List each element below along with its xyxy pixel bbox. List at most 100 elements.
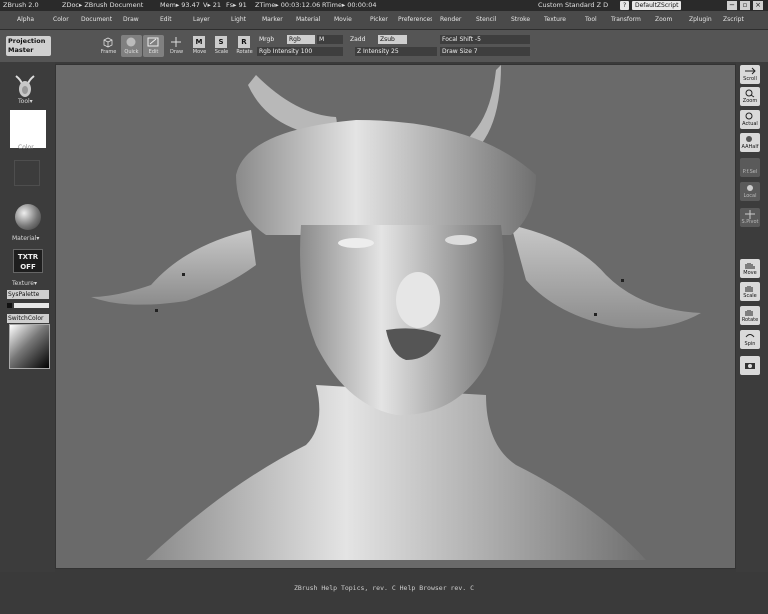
switchcolor-button[interactable]: SwitchColor: [7, 314, 49, 323]
projection-master-button[interactable]: Projection Master: [6, 36, 51, 56]
menu-tool[interactable]: Tool: [585, 11, 597, 29]
scroll-button[interactable]: Scroll: [740, 65, 760, 84]
local-icon: [747, 185, 753, 191]
demon-bust-model[interactable]: [56, 65, 736, 569]
close-icon[interactable]: ×: [753, 1, 763, 10]
hand-icon: [745, 263, 755, 269]
snapshot-button[interactable]: [740, 356, 760, 375]
menu-zoom[interactable]: Zoom: [655, 11, 672, 29]
rotate-label: Rotate: [236, 49, 253, 55]
quick-button[interactable]: Quick: [121, 35, 142, 57]
maximize-icon[interactable]: ▫: [740, 1, 750, 10]
demon-head-icon: [15, 75, 35, 97]
menu-render[interactable]: Render: [440, 11, 461, 29]
rotate-button[interactable]: R Rotate: [234, 35, 255, 57]
menu-material[interactable]: Material: [296, 11, 320, 29]
status-bar: ZBrush Help Topics, rev. C Help Browser …: [0, 572, 768, 614]
menu-layer[interactable]: Layer: [193, 11, 210, 29]
menu-zplugin[interactable]: Zplugin: [689, 11, 712, 29]
actual-button[interactable]: Actual: [740, 110, 760, 129]
zoom-label: Zoom: [742, 98, 758, 104]
tool-menu-label[interactable]: Tool▾: [18, 98, 33, 105]
layout-selector[interactable]: Custom Standard Z D: [538, 0, 608, 11]
aahalf-label: AAHalf: [741, 144, 759, 150]
texture-off-button[interactable]: TXTR OFF: [13, 249, 43, 273]
edit-button[interactable]: Edit: [143, 35, 164, 57]
zadd-button[interactable]: Zadd: [348, 35, 376, 44]
scale-view-button[interactable]: Scale: [740, 282, 760, 301]
sphere-icon: [126, 37, 136, 47]
syspalette-button[interactable]: SysPalette: [7, 290, 49, 299]
menu-picker[interactable]: Picker: [370, 11, 388, 29]
material-menu-label[interactable]: Material▾: [12, 235, 39, 242]
z-intensity-slider[interactable]: Z Intensity 25: [355, 47, 437, 56]
menu-texture[interactable]: Texture: [544, 11, 566, 29]
menu-transform[interactable]: Transform: [611, 11, 641, 29]
secondary-color-chip[interactable]: [14, 303, 49, 308]
scale-label: Scale: [214, 49, 229, 55]
rotate-view-label: Rotate: [741, 317, 759, 323]
document-canvas[interactable]: [55, 64, 736, 569]
menu-color[interactable]: Color: [53, 11, 69, 29]
main-color-chip[interactable]: [7, 303, 12, 308]
texture-menu-label[interactable]: Texture▾: [12, 280, 37, 287]
frame-button[interactable]: Frame: [98, 35, 119, 57]
default-zscript-button[interactable]: DefaultZScript: [632, 1, 682, 10]
draw-size-slider[interactable]: Draw Size 7: [440, 47, 530, 56]
mrgb-button[interactable]: Mrgb: [257, 35, 285, 44]
fs-readout: Fs▸ 91: [226, 1, 247, 9]
color-picker[interactable]: [9, 324, 50, 369]
menu-light[interactable]: Light: [231, 11, 246, 29]
move-key-icon: M: [193, 36, 205, 48]
projection-master-label-2: Master: [8, 46, 34, 54]
scale-button[interactable]: S Scale: [211, 35, 232, 57]
camera-icon: [745, 363, 755, 369]
pfsel-button[interactable]: P.f.Sel: [740, 158, 760, 177]
rotate-view-button[interactable]: Rotate: [740, 306, 760, 325]
aahalf-button[interactable]: AAHalf: [740, 133, 760, 152]
right-tray: Scroll Zoom Actual AAHalf P.f.Sel Local …: [736, 62, 768, 572]
zoom-button[interactable]: Zoom: [740, 87, 760, 106]
rgb-intensity-slider[interactable]: Rgb Intensity 100: [257, 47, 343, 56]
scale-hand-icon: [745, 286, 753, 292]
menu-stroke[interactable]: Stroke: [511, 11, 530, 29]
crosshair-icon: [171, 37, 181, 47]
menu-draw[interactable]: Draw: [123, 11, 139, 29]
move-view-button[interactable]: Move: [740, 259, 760, 278]
spin-button[interactable]: Spin: [740, 330, 760, 349]
menu-marker[interactable]: Marker: [262, 11, 283, 29]
move-button[interactable]: M Move: [189, 35, 210, 57]
menu-zscript[interactable]: Zscript: [723, 11, 744, 29]
txtr-label: TXTR: [17, 253, 39, 261]
memory-readout: Mem▸ 93.47: [160, 1, 200, 9]
menu-movie[interactable]: Movie: [334, 11, 352, 29]
spin-icon: [745, 334, 755, 338]
menu-document[interactable]: Document: [81, 11, 112, 29]
spivot-button[interactable]: S.Pivot: [740, 208, 760, 227]
actual-size-icon: [745, 112, 753, 120]
draw-button[interactable]: Draw: [166, 35, 187, 57]
m-button[interactable]: M: [317, 35, 343, 44]
move-label: Move: [192, 49, 207, 55]
color-label: Color: [18, 144, 34, 151]
zsub-button[interactable]: Zsub: [378, 35, 407, 44]
scroll-label: Scroll: [743, 76, 757, 82]
help-button[interactable]: ?: [620, 1, 630, 10]
scale-view-label: Scale: [743, 293, 757, 299]
minimize-icon[interactable]: −: [727, 1, 737, 10]
tool-thumbnail[interactable]: [12, 72, 38, 100]
off-label: OFF: [20, 263, 36, 271]
empty-slot: [14, 160, 40, 186]
menu-preferences[interactable]: Preferences: [398, 11, 432, 29]
material-sphere-icon[interactable]: [15, 204, 41, 230]
actual-label: Actual: [742, 121, 758, 127]
focal-shift-slider[interactable]: Focal Shift -5: [440, 35, 530, 44]
local-button[interactable]: Local: [740, 182, 760, 201]
menu-edit[interactable]: Edit: [160, 11, 172, 29]
menu-stencil[interactable]: Stencil: [476, 11, 496, 29]
aahalf-icon: [746, 136, 752, 142]
color-swatch[interactable]: [10, 110, 46, 148]
menu-alpha[interactable]: Alpha: [17, 11, 34, 29]
rgb-button[interactable]: Rgb: [287, 35, 315, 44]
edit-icon: [147, 37, 159, 47]
